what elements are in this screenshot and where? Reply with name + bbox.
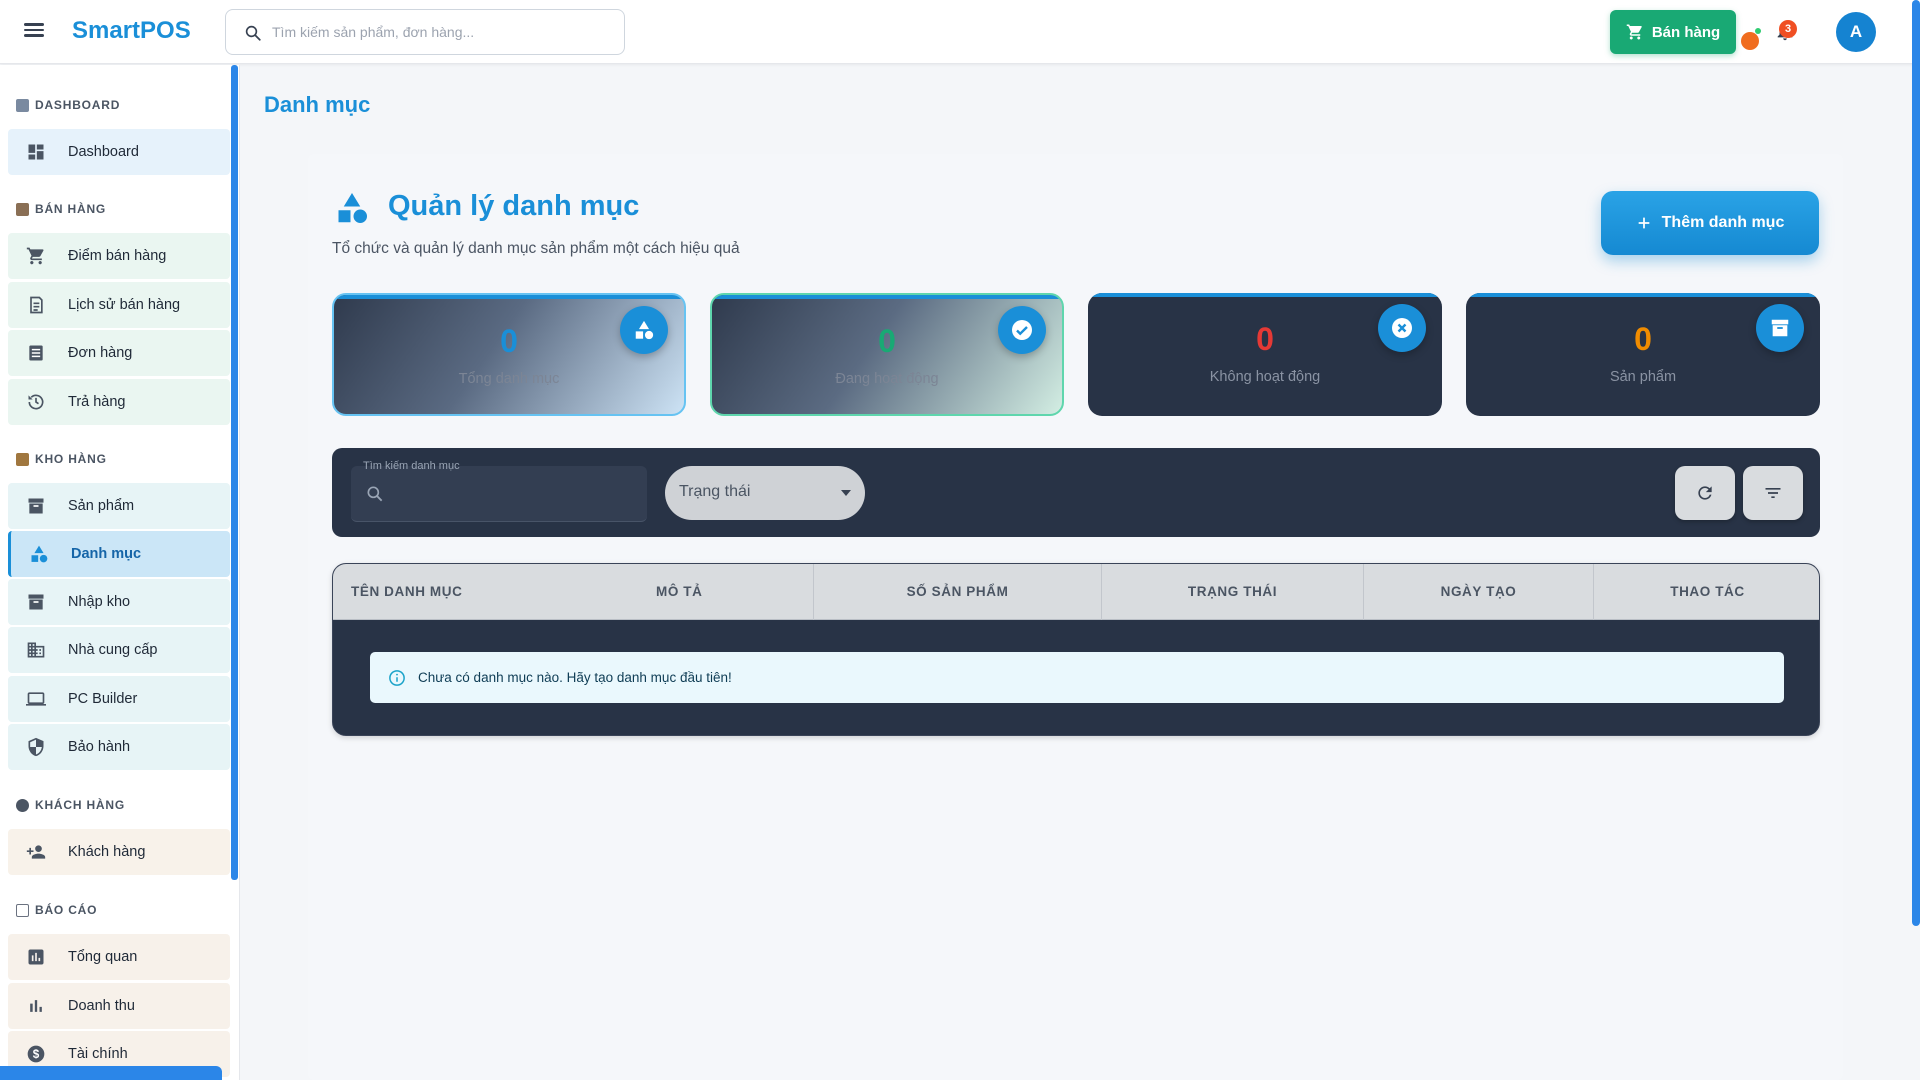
sidebar-item-orders[interactable]: Đơn hàng: [8, 330, 230, 376]
sidebar-section-sales: BÁN HÀNG: [16, 202, 106, 216]
sidebar-item-dashboard[interactable]: Dashboard: [8, 129, 230, 175]
cart-icon: [1626, 24, 1642, 40]
global-search[interactable]: [225, 9, 625, 55]
cart-emoji-icon: [16, 202, 29, 216]
column-header[interactable]: TRẠNG THÁI: [1101, 564, 1363, 620]
info-icon: [389, 669, 405, 686]
cancel-icon: [1378, 304, 1426, 352]
list-icon: [24, 341, 48, 365]
sidebar-item-revenue[interactable]: Doanh thu: [8, 983, 230, 1029]
filter-bar: Tìm kiếm danh mục Trạng thái: [332, 448, 1820, 537]
stat-card-products: 0 Sản phẩm: [1466, 293, 1820, 416]
empty-state-text: Chưa có danh mục nào. Hãy tạo danh mục đ…: [418, 670, 732, 685]
refresh-icon: [1698, 486, 1712, 500]
empty-state-alert: Chưa có danh mục nào. Hãy tạo danh mục đ…: [370, 652, 1784, 703]
history-icon: [24, 390, 48, 414]
add-category-button[interactable]: Thêm danh mục: [1601, 191, 1819, 255]
category-icon: [27, 542, 51, 566]
sidebar-item-products[interactable]: Sản phẩm: [8, 483, 230, 529]
notification-badge: 3: [1779, 20, 1797, 38]
status-dot: [1741, 32, 1759, 50]
inventory-icon: [1756, 304, 1804, 352]
sidebar-item-categories[interactable]: Danh mục: [8, 531, 230, 577]
categories-table: TÊN DANH MỤC MÔ TẢ SỐ SẢN PHẨM TRẠNG THÁ…: [332, 563, 1820, 736]
people-emoji-icon: [16, 798, 29, 812]
cart-icon: [24, 244, 48, 268]
plus-icon: [1638, 217, 1649, 229]
sidebar-section-warehouse: KHO HÀNG: [16, 452, 107, 466]
laptop-icon: [24, 687, 48, 711]
sidebar-section-reports: BÁO CÁO: [16, 903, 97, 917]
chevron-down-icon: [841, 490, 851, 496]
sidebar-bottom-bar: [0, 1066, 222, 1080]
filter-icon: [1765, 488, 1781, 498]
sidebar-item-suppliers[interactable]: Nhà cung cấp: [8, 627, 230, 673]
sell-button[interactable]: Bán hàng: [1610, 10, 1736, 54]
building-icon: [24, 638, 48, 662]
online-dot: [1755, 28, 1761, 34]
bar-chart-icon: [24, 994, 48, 1018]
section-subtitle: Tổ chức và quản lý danh mục sản phẩm một…: [332, 240, 740, 257]
chart-icon: [24, 945, 48, 969]
category-search-field[interactable]: Tìm kiếm danh mục: [351, 460, 647, 522]
sidebar-item-pc-builder[interactable]: PC Builder: [8, 676, 230, 722]
brand-logo[interactable]: SmartPOS: [72, 17, 191, 45]
sidebar-item-warranty[interactable]: Bảo hành: [8, 724, 230, 770]
status-select-value: Trạng thái: [679, 483, 751, 500]
sidebar-item-customers[interactable]: Khách hàng: [8, 829, 230, 875]
section-title: Quản lý danh mục: [388, 190, 640, 222]
sidebar: DASHBOARD Dashboard BÁN HÀNG Điểm bán hà…: [0, 65, 240, 1080]
column-header[interactable]: TÊN DANH MỤC: [351, 564, 641, 620]
refresh-button[interactable]: [1675, 466, 1735, 520]
category-icon: [620, 306, 668, 354]
stat-label: Sản phẩm: [1609, 369, 1677, 385]
column-header[interactable]: NGÀY TẠO: [1363, 564, 1593, 620]
sidebar-item-sales-history[interactable]: Lịch sử bán hàng: [8, 282, 230, 328]
box-emoji-icon: [16, 452, 29, 466]
stat-card-inactive: 0 Không hoạt động: [1088, 293, 1442, 416]
stat-card-active: 0 Đang hoạt động: [710, 293, 1064, 416]
column-header[interactable]: SỐ SẢN PHẨM: [813, 564, 1101, 620]
shield-icon: [24, 735, 48, 759]
page-scrollbar[interactable]: [1912, 0, 1920, 926]
inventory-icon: [24, 494, 48, 518]
sidebar-item-pos[interactable]: Điểm bán hàng: [8, 233, 230, 279]
category-search-label: Tìm kiếm danh mục: [363, 460, 460, 472]
sidebar-section-customers: KHÁCH HÀNG: [16, 798, 125, 812]
search-icon: [245, 25, 261, 41]
sidebar-scrollbar[interactable]: [231, 65, 238, 880]
sidebar-item-returns[interactable]: Trả hàng: [8, 379, 230, 425]
inventory-icon: [24, 590, 48, 614]
dashboard-icon: [24, 140, 48, 164]
top-bar: SmartPOS Bán hàng 3 A: [0, 0, 1920, 64]
receipt-icon: [24, 293, 48, 317]
stat-label: Tổng danh mục: [458, 371, 560, 387]
check-circle-icon: [998, 306, 1046, 354]
stat-label: Không hoạt động: [1209, 369, 1321, 385]
avatar[interactable]: A: [1836, 12, 1876, 52]
search-icon: [367, 486, 383, 502]
table-header: TÊN DANH MỤC MÔ TẢ SỐ SẢN PHẨM TRẠNG THÁ…: [333, 564, 1819, 620]
menu-icon[interactable]: [20, 20, 48, 44]
svg-text:$: $: [33, 1048, 40, 1061]
person-add-icon: [24, 840, 48, 864]
sidebar-item-stock-in[interactable]: Nhập kho: [8, 579, 230, 625]
page-title: Danh mục: [264, 92, 371, 117]
search-input[interactable]: [272, 20, 602, 44]
chart-emoji-icon: [16, 98, 29, 112]
filter-button[interactable]: [1743, 466, 1803, 520]
status-select[interactable]: Trạng thái: [665, 466, 865, 520]
stat-label: Đang hoạt động: [835, 371, 939, 387]
column-header[interactable]: THAO TÁC: [1593, 564, 1819, 620]
category-icon: [338, 193, 367, 223]
sidebar-section-dashboard: DASHBOARD: [16, 98, 120, 112]
chart-up-emoji-icon: [16, 903, 29, 917]
dollar-icon: $: [24, 1042, 48, 1066]
add-category-label: Thêm danh mục: [1661, 214, 1785, 231]
sidebar-item-overview[interactable]: Tổng quan: [8, 934, 230, 980]
column-header[interactable]: MÔ TẢ: [656, 564, 816, 620]
stat-card-total: 0 Tổng danh mục: [332, 293, 686, 416]
sell-button-label: Bán hàng: [1651, 23, 1721, 41]
